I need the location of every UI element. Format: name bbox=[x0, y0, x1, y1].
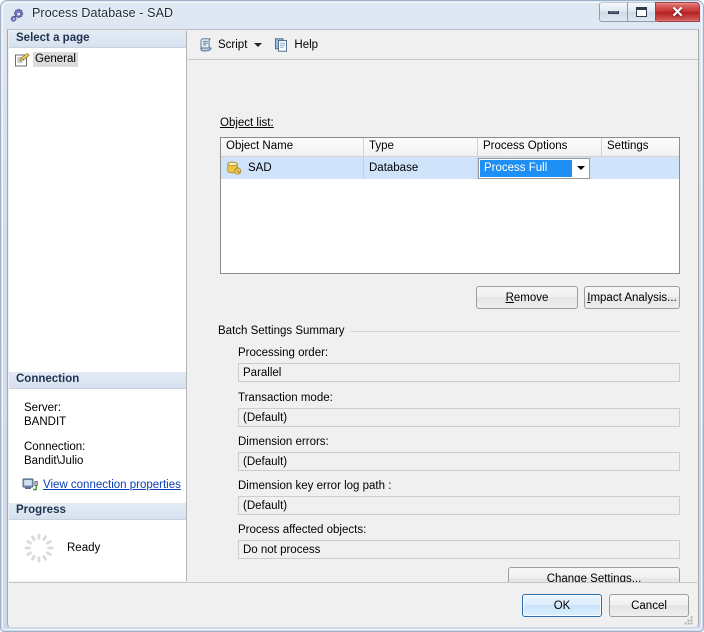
help-button[interactable]: Help bbox=[270, 34, 322, 56]
object-list-label-text: Object list: bbox=[220, 117, 274, 129]
toolbar: Script Help bbox=[188, 31, 698, 60]
maximize-icon bbox=[636, 7, 647, 17]
close-button[interactable]: ✕ bbox=[655, 2, 700, 22]
chevron-down-icon bbox=[576, 166, 585, 170]
ok-button-label: OK bbox=[553, 599, 571, 612]
window-title: Process Database - SAD bbox=[32, 6, 174, 20]
table-row[interactable]: SAD Database Process Full bbox=[221, 157, 679, 179]
close-icon: ✕ bbox=[671, 3, 684, 21]
connection-header: Connection bbox=[9, 372, 186, 389]
dimension-key-error-log-path-value: (Default) bbox=[238, 496, 680, 515]
loading-spinner-icon bbox=[23, 532, 55, 564]
column-header-object-name[interactable]: Object Name bbox=[221, 138, 364, 156]
batch-settings-group-title: Batch Settings Summary bbox=[218, 325, 350, 337]
cell-settings[interactable] bbox=[602, 157, 679, 179]
dimension-errors-value: (Default) bbox=[238, 452, 680, 471]
sidebar-item-label: General bbox=[33, 52, 78, 67]
dimension-errors-label: Dimension errors: bbox=[238, 436, 329, 448]
object-list-grid[interactable]: Object Name Type Process Options Setting… bbox=[220, 137, 680, 274]
gears-icon bbox=[10, 7, 27, 24]
transaction-mode-label: Transaction mode: bbox=[238, 392, 333, 404]
minimize-icon bbox=[608, 10, 619, 14]
column-header-process-options[interactable]: Process Options bbox=[478, 138, 602, 156]
cell-process-options[interactable]: Process Full bbox=[478, 157, 602, 179]
grid-header-row: Object Name Type Process Options Setting… bbox=[221, 138, 679, 157]
title-bar[interactable]: Process Database - SAD ✕ bbox=[1, 1, 704, 29]
remove-button-label: Remove bbox=[505, 291, 549, 304]
help-label: Help bbox=[294, 39, 319, 51]
transaction-mode-value: (Default) bbox=[238, 408, 680, 427]
script-dropdown-button[interactable] bbox=[251, 34, 264, 56]
remove-button[interactable]: Remove bbox=[476, 286, 578, 309]
script-label: Script bbox=[218, 39, 248, 51]
progress-status-row: Ready bbox=[9, 532, 186, 564]
connection-value: Bandit\Julio bbox=[24, 455, 84, 467]
server-value: BANDIT bbox=[24, 416, 67, 428]
column-header-type[interactable]: Type bbox=[364, 138, 478, 156]
progress-header: Progress bbox=[9, 503, 186, 520]
maximize-button[interactable] bbox=[627, 2, 656, 22]
minimize-button[interactable] bbox=[599, 2, 628, 22]
chevron-down-icon bbox=[253, 43, 262, 47]
process-options-value: Process Full bbox=[480, 159, 572, 177]
database-object-icon bbox=[226, 160, 242, 176]
cell-type[interactable]: Database bbox=[364, 157, 478, 179]
processing-order-label: Processing order: bbox=[238, 347, 329, 359]
impact-analysis-button[interactable]: Impact Analysis... bbox=[584, 286, 680, 309]
sidebar-item-general[interactable]: General bbox=[14, 51, 82, 68]
server-label: Server: bbox=[24, 402, 62, 414]
object-list-label: Object list: bbox=[220, 117, 274, 129]
process-options-dropdown[interactable]: Process Full bbox=[478, 157, 590, 179]
column-header-settings[interactable]: Settings bbox=[602, 138, 679, 156]
sidebar: Select a page General Connection Server:… bbox=[9, 31, 187, 581]
connection-label: Connection: bbox=[24, 441, 86, 453]
connection-section: Connection Server: BANDIT Connection: Ba… bbox=[9, 372, 186, 493]
script-button[interactable]: Script bbox=[194, 34, 251, 56]
cell-object-name[interactable]: SAD bbox=[221, 157, 364, 179]
group-divider bbox=[348, 331, 680, 332]
cell-object-name-text: SAD bbox=[248, 162, 272, 174]
progress-section: Progress Ready bbox=[9, 503, 186, 564]
process-options-dropdown-button[interactable] bbox=[572, 158, 589, 178]
page-list: General bbox=[9, 48, 186, 73]
page-general-icon bbox=[14, 52, 30, 68]
help-page-icon bbox=[274, 37, 290, 53]
dialog-footer: OK Cancel bbox=[9, 582, 697, 627]
progress-status-text: Ready bbox=[67, 542, 101, 554]
cancel-button-label: Cancel bbox=[631, 599, 667, 612]
view-connection-properties-link[interactable]: View connection properties bbox=[43, 479, 181, 491]
main-panel: Script Help Object list: Object Name Typ… bbox=[188, 31, 698, 590]
view-connection-properties-row[interactable]: View connection properties bbox=[9, 477, 186, 493]
server-connection-icon bbox=[22, 477, 38, 493]
main-content: Object list: Object Name Type Process Op… bbox=[188, 61, 698, 590]
select-page-header: Select a page bbox=[9, 31, 186, 48]
resize-grip[interactable] bbox=[682, 613, 694, 625]
dimension-key-error-log-path-label: Dimension key error log path : bbox=[238, 480, 392, 492]
ok-button[interactable]: OK bbox=[522, 594, 602, 617]
dialog-window: Process Database - SAD ✕ Select a page G… bbox=[0, 0, 704, 632]
processing-order-value: Parallel bbox=[238, 363, 680, 382]
dialog-body: Select a page General Connection Server:… bbox=[7, 29, 699, 627]
window-controls: ✕ bbox=[599, 2, 700, 22]
process-affected-objects-value: Do not process bbox=[238, 540, 680, 559]
impact-analysis-button-label: Impact Analysis... bbox=[587, 291, 677, 304]
script-icon bbox=[198, 37, 214, 53]
process-affected-objects-label: Process affected objects: bbox=[238, 524, 367, 536]
cancel-button[interactable]: Cancel bbox=[609, 594, 689, 617]
